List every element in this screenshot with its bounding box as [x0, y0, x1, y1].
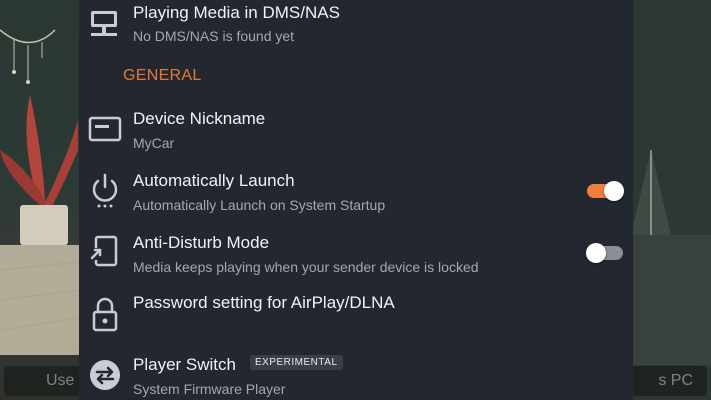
device-nickname-row[interactable]: Device Nickname MyCar — [79, 104, 633, 160]
password-setting-title: Password setting for AirPlay/DLNA — [133, 293, 395, 312]
device-nickname-value: MyCar — [133, 135, 175, 151]
computer-network-icon — [91, 11, 117, 36]
background-bar-left-text: Use — [46, 372, 75, 389]
password-setting-row[interactable]: Password setting for AirPlay/DLNA — [79, 290, 633, 342]
settings-panel: Playing Media in DMS/NAS No DMS/NAS is f… — [79, 0, 633, 400]
anti-disturb-toggle[interactable] — [586, 243, 623, 263]
player-switch-row[interactable]: Player Switch EXPERIMENTAL System Firmwa… — [79, 351, 633, 400]
auto-launch-toggle[interactable] — [587, 181, 624, 201]
auto-launch-row[interactable]: Automatically Launch Automatically Launc… — [79, 166, 633, 222]
dms-nas-row[interactable]: Playing Media in DMS/NAS No DMS/NAS is f… — [79, 0, 633, 52]
background-plant-illustration — [0, 29, 80, 355]
device-nickname-title: Device Nickname — [133, 109, 266, 128]
card-icon — [88, 116, 122, 142]
experimental-badge: EXPERIMENTAL — [250, 355, 343, 370]
toggle-knob — [586, 243, 606, 263]
background-bar-right-text: s PC — [658, 372, 693, 389]
player-switch-subtitle: System Firmware Player — [133, 381, 286, 397]
lock-icon — [92, 297, 118, 332]
switch-arrows-icon — [90, 360, 120, 390]
anti-disturb-subtitle: Media keeps playing when your sender dev… — [133, 259, 479, 275]
auto-launch-title: Automatically Launch — [133, 171, 295, 190]
auto-launch-subtitle: Automatically Launch on System Startup — [133, 197, 386, 213]
background-tent-illustration — [631, 0, 711, 400]
toggle-knob — [604, 181, 624, 201]
dms-nas-subtitle: No DMS/NAS is found yet — [133, 28, 295, 44]
power-icon — [92, 173, 118, 208]
dms-nas-title: Playing Media in DMS/NAS — [133, 3, 340, 22]
player-switch-title: Player Switch — [133, 355, 236, 374]
lock-screen-icon — [90, 235, 118, 267]
anti-disturb-row[interactable]: Anti-Disturb Mode Media keeps playing wh… — [79, 228, 633, 284]
anti-disturb-title: Anti-Disturb Mode — [133, 233, 270, 252]
section-general-header: GENERAL — [123, 67, 202, 84]
